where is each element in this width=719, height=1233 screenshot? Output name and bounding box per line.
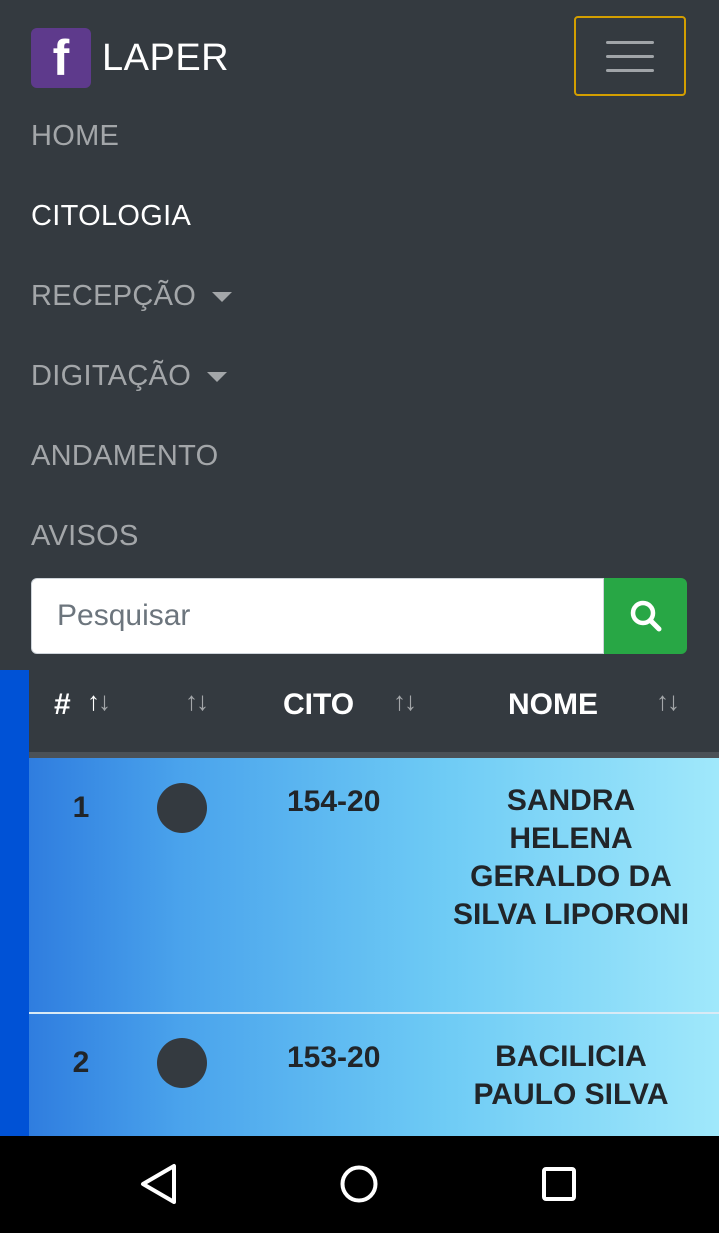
nav-item-recepcao[interactable]: RECEPÇÃO [31, 280, 233, 313]
nav-item-andamento[interactable]: ANDAMENTO [31, 440, 218, 473]
sort-icon[interactable]: ↑↓ [87, 686, 111, 717]
nav-item-label: CITOLOGIA [31, 200, 192, 232]
nav-item-label: DIGITAÇÃO [31, 360, 192, 392]
caret-down-icon [212, 291, 233, 302]
row-number: 2 [72, 1046, 90, 1079]
status-dot [157, 1038, 207, 1088]
nav-item-home[interactable]: HOME [31, 120, 119, 153]
brand[interactable]: f LAPER [31, 28, 229, 88]
sort-icon[interactable]: ↑↓ [393, 686, 417, 717]
row-nome: SANDRA HELENA GERALDO DA SILVA LIPORONI [452, 784, 690, 931]
sort-icon[interactable]: ↑↓ [656, 686, 680, 717]
back-icon[interactable] [138, 1162, 180, 1206]
brand-name: LAPER [102, 36, 230, 79]
table-header: # ↑↓ ↑↓ CITO ↑↓ NOME ↑↓ [29, 670, 719, 752]
search-button[interactable] [604, 578, 687, 654]
nav-item-label: AVISOS [31, 520, 139, 552]
home-icon[interactable] [339, 1164, 379, 1204]
nav-item-digitacao[interactable]: DIGITAÇÃO [31, 360, 228, 393]
search-input[interactable] [31, 578, 604, 654]
status-dot [157, 783, 207, 833]
hamburger-icon-line [606, 54, 654, 58]
row-cito: 153-20 [287, 1041, 381, 1074]
navbar: f LAPER HOME CITOLOGIA RECEPÇÃO DIGITAÇÃ… [0, 0, 719, 670]
row-nome: BACILICIA PAULO SILVA [473, 1040, 669, 1111]
nav-item-avisos[interactable]: AVISOS [31, 520, 139, 553]
column-header-cito[interactable]: CITO [283, 688, 354, 722]
row-divider [29, 1012, 719, 1014]
nav-item-label: ANDAMENTO [31, 440, 219, 472]
sort-icon[interactable]: ↑↓ [185, 686, 209, 717]
brand-logo: f [31, 28, 91, 88]
hamburger-icon-line [606, 40, 654, 44]
nav-item-label: HOME [31, 120, 120, 152]
nav-item-label: RECEPÇÃO [31, 280, 197, 312]
row-number: 1 [72, 791, 90, 824]
system-navigation-bar [0, 1136, 719, 1233]
column-header-number[interactable]: # [54, 688, 71, 722]
hamburger-icon-line [606, 68, 654, 72]
menu-toggle-button[interactable] [574, 16, 686, 96]
search-form [31, 578, 687, 654]
row-cito: 154-20 [287, 785, 381, 818]
recents-icon[interactable] [541, 1166, 577, 1202]
search-icon [630, 600, 661, 632]
nav-item-citologia[interactable]: CITOLOGIA [31, 200, 191, 233]
column-header-nome[interactable]: NOME [508, 688, 598, 722]
caret-down-icon [207, 371, 228, 382]
